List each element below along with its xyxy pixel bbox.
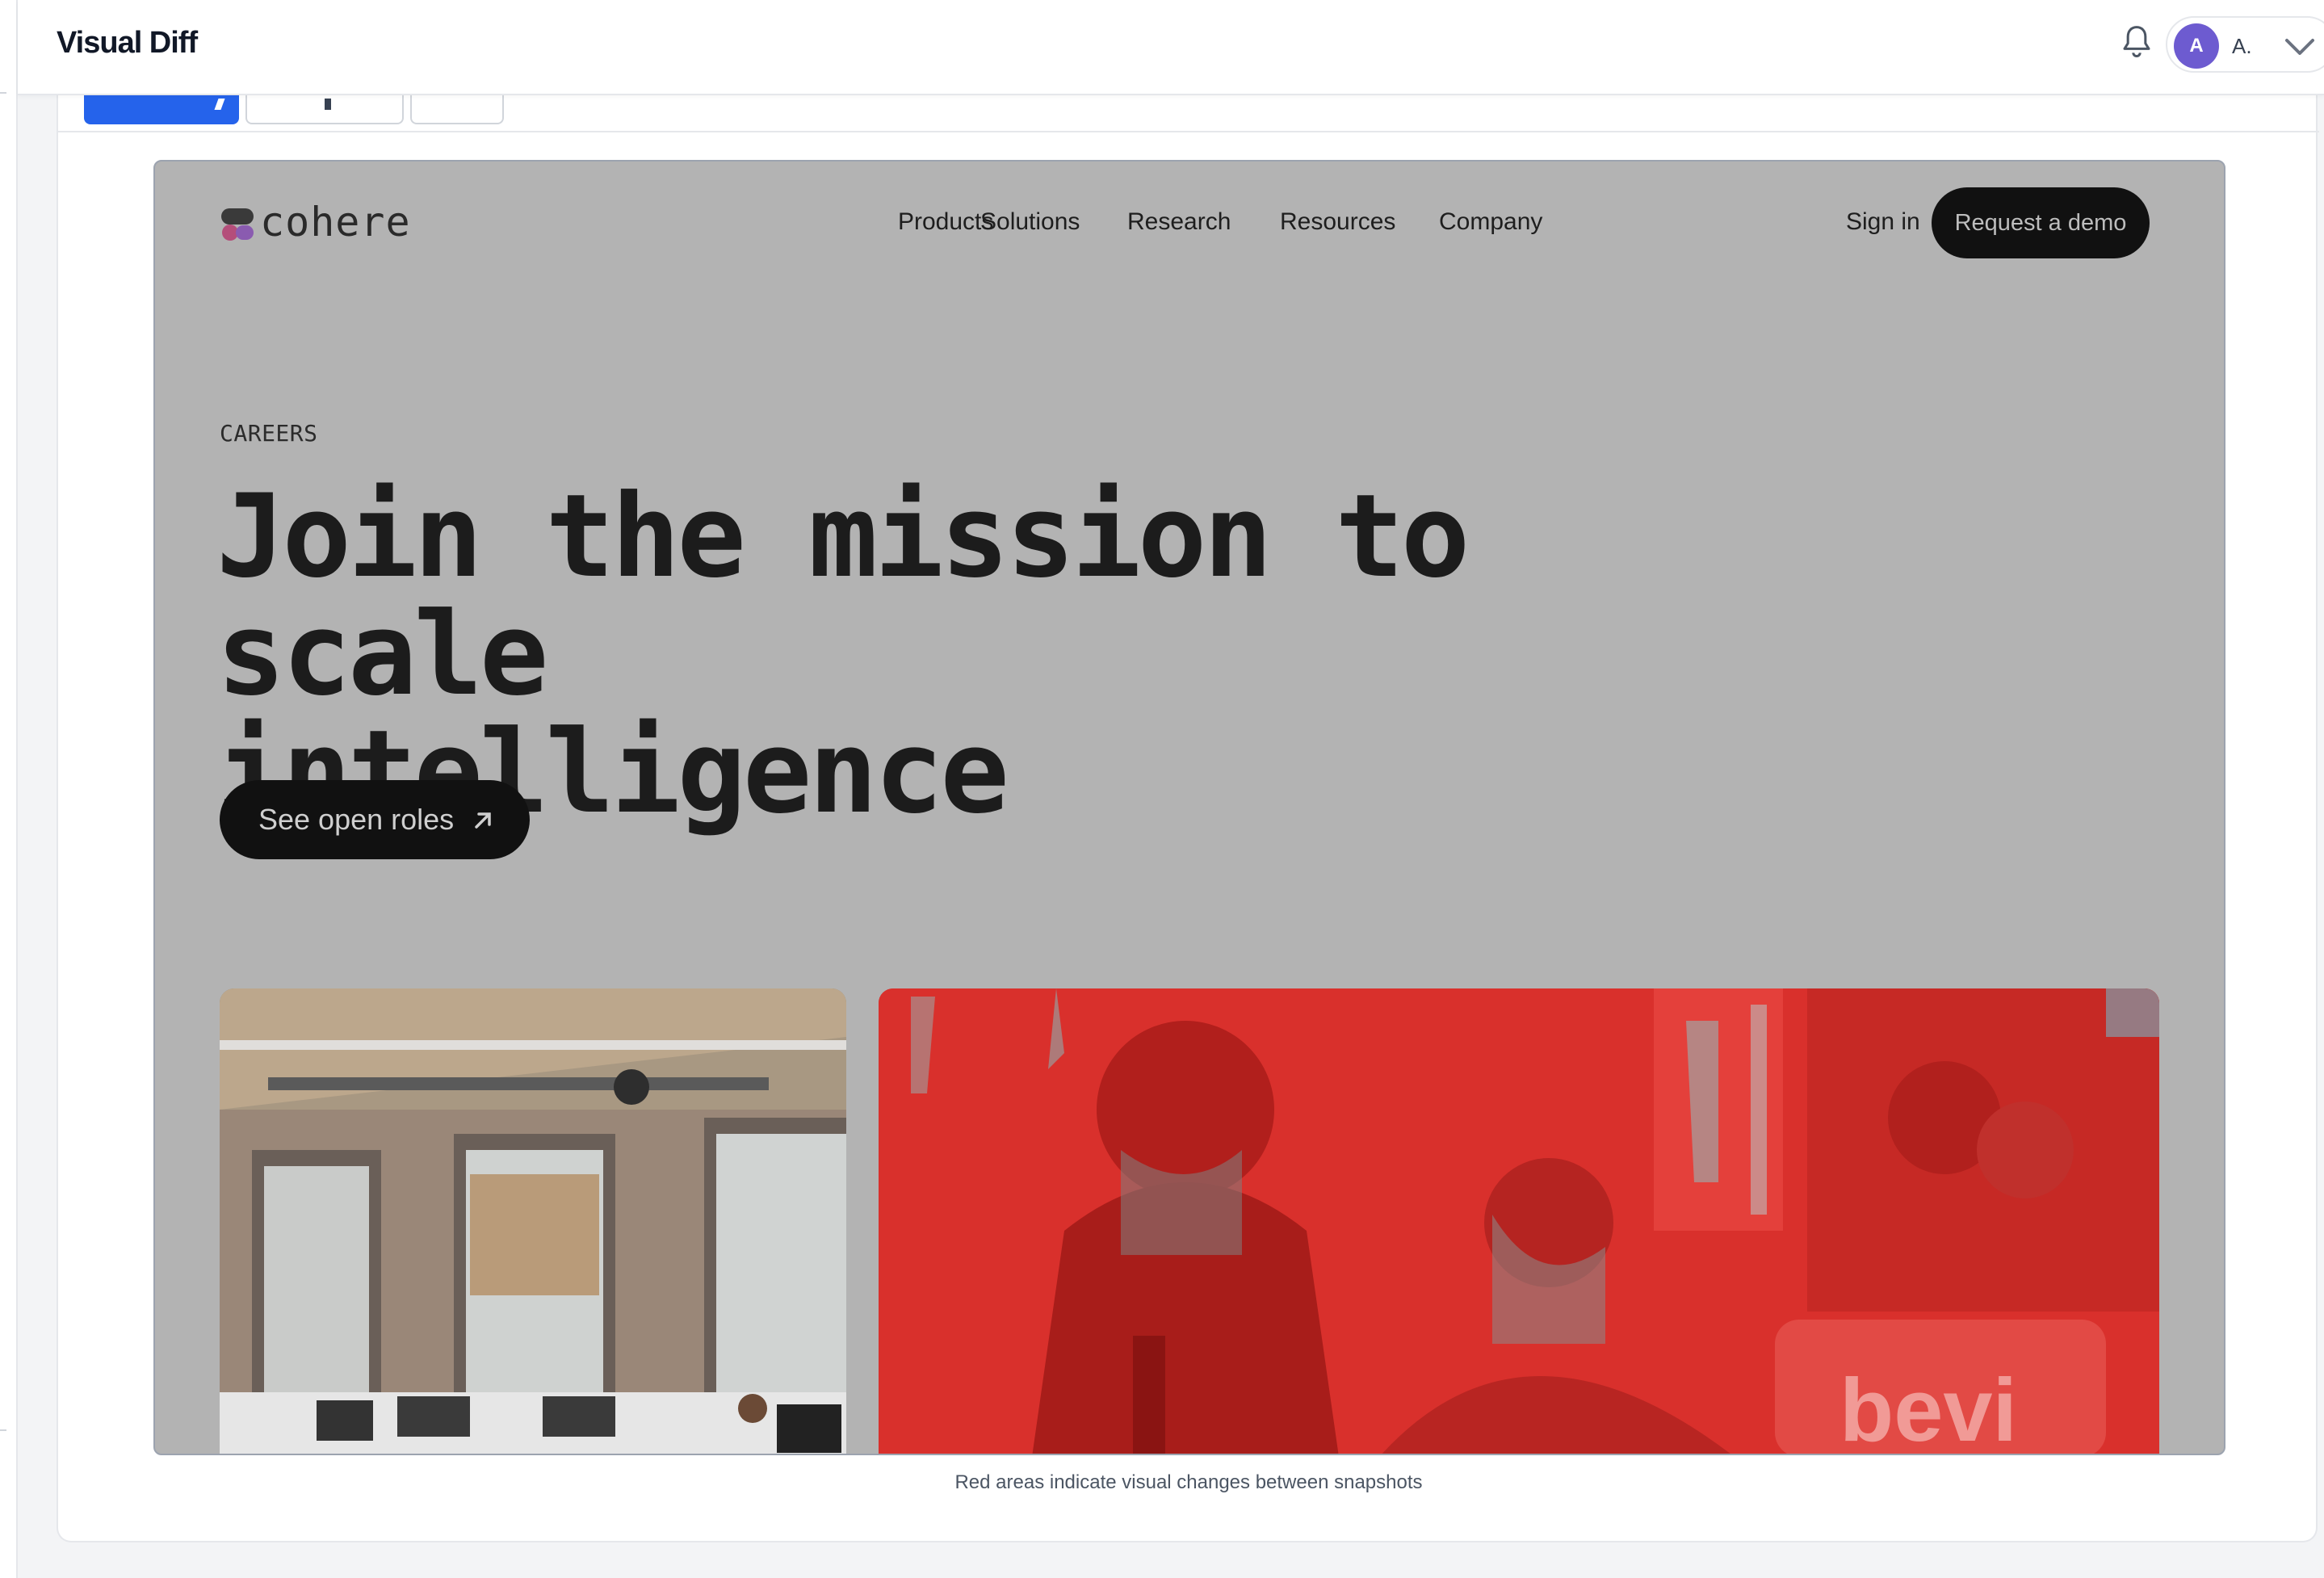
tab-side-by-side[interactable]: [245, 90, 404, 124]
roles-label: See open roles: [258, 803, 455, 836]
view-mode-tabs: [58, 90, 2319, 132]
bell-icon[interactable]: [2121, 24, 2153, 60]
headline-line-1: Join the mission to scale: [216, 470, 1470, 721]
app-header: Visual Diff A A.: [18, 0, 2324, 95]
rail-divider: [0, 92, 6, 94]
nav-research[interactable]: Research: [1127, 208, 1231, 236]
user-name: A.: [2232, 34, 2252, 58]
diff-caption: Red areas indicate visual changes betwee…: [954, 1471, 1423, 1493]
app-title: Visual Diff: [57, 26, 198, 60]
arrow-up-right-icon: [475, 812, 491, 829]
nav-solutions[interactable]: Solutions: [980, 208, 1080, 236]
bevi-sign-text: bevi: [1839, 1361, 2017, 1455]
see-open-roles-button[interactable]: See open roles: [220, 780, 530, 859]
tab-diff-active[interactable]: [84, 90, 239, 124]
cohere-logo-icon: [221, 208, 254, 241]
section-eyebrow: CAREERS: [220, 420, 318, 447]
nav-products[interactable]: Products: [898, 208, 993, 236]
nav-resources[interactable]: Resources: [1280, 208, 1395, 236]
hero-headline: Join the mission to scale intelligence: [216, 478, 1831, 832]
chevron-down-icon[interactable]: [2282, 34, 2318, 58]
office-photo: [220, 988, 846, 1454]
diff-snapshot-image: cohere Products Solutions Research Resou…: [153, 160, 2225, 1455]
tab-overlay[interactable]: [410, 90, 504, 124]
avatar: A: [2174, 23, 2219, 69]
diff-panel: cohere Products Solutions Research Resou…: [57, 90, 2319, 1542]
nav-company[interactable]: Company: [1439, 208, 1542, 236]
sign-in-link[interactable]: Sign in: [1846, 208, 1920, 236]
request-demo-button[interactable]: Request a demo: [1932, 187, 2150, 258]
user-menu[interactable]: A A.: [2166, 16, 2324, 73]
rail-divider: [0, 1429, 6, 1431]
left-rail: [0, 0, 18, 1578]
diff-highlight-photo: bevi: [879, 988, 2159, 1455]
site-name: cohere: [260, 199, 411, 246]
